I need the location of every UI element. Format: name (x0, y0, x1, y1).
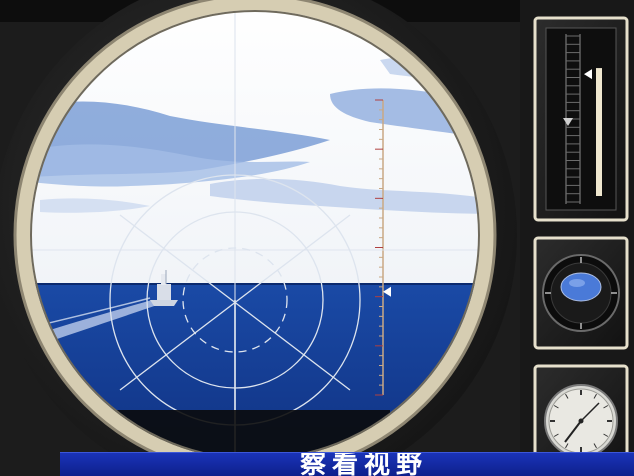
ship-funnel (161, 274, 166, 285)
compass-bubble (560, 272, 602, 302)
caption-bar: 察看视野 (60, 452, 634, 476)
height-gauge-face (545, 27, 617, 211)
height-gauge-level-bar (596, 68, 602, 196)
compass-bubble-glint (569, 279, 585, 287)
clock-center (578, 418, 584, 424)
compass-gauge-icon[interactable] (533, 236, 629, 350)
periscope-scene (0, 0, 634, 476)
periscope-view: 察看视野 (0, 0, 634, 476)
ship-superstructure (157, 284, 171, 300)
caption-text: 察看视野 (300, 452, 429, 476)
periscope-height-gauge-icon[interactable] (533, 16, 629, 222)
ship-hull (150, 300, 178, 306)
